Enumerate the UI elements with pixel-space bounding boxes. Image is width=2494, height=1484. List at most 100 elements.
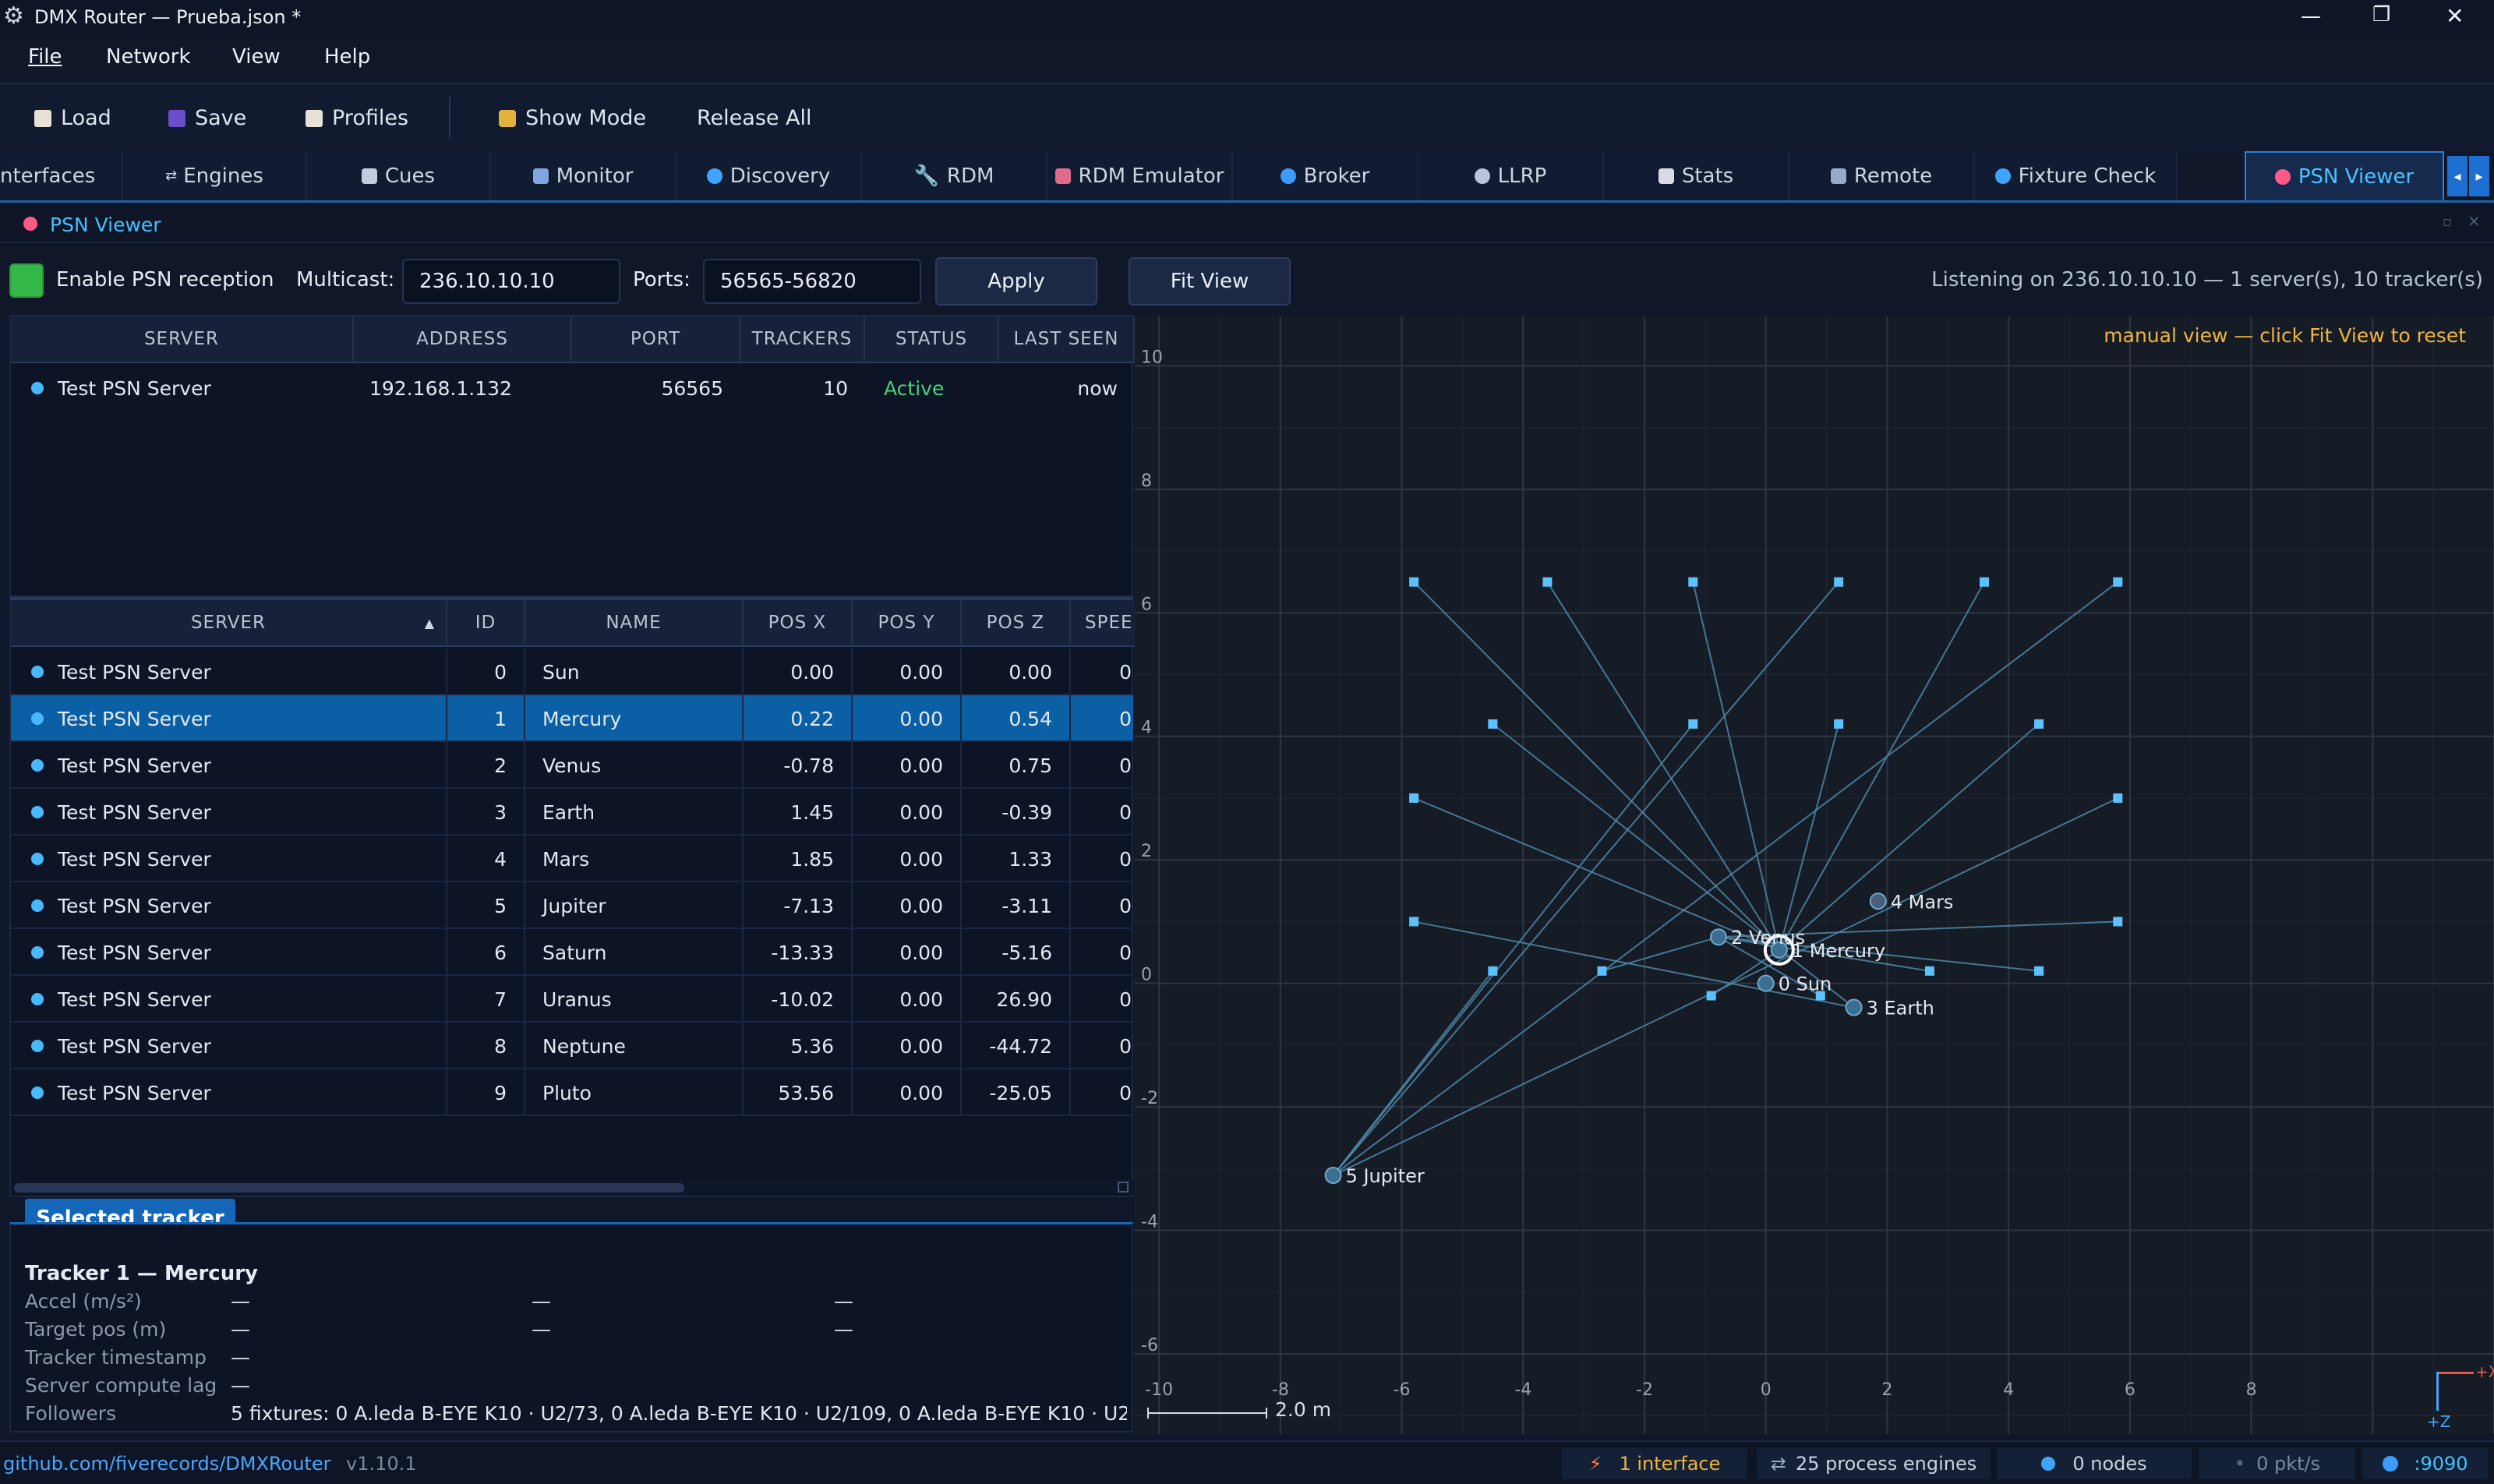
col-port[interactable]: PORT xyxy=(572,316,740,363)
enable-psn-checkbox[interactable] xyxy=(9,263,44,298)
table-row[interactable]: Test PSN Server 4 Mars 1.85 0.00 1.33 0 xyxy=(11,836,1133,882)
scale-label: 2.0 m xyxy=(1275,1398,1332,1421)
x-tick-label: -4 xyxy=(1514,1380,1531,1400)
table-row[interactable]: Test PSN Server 1 Mercury 0.22 0.00 0.54 0 xyxy=(11,695,1133,742)
table-row[interactable]: Test PSN Server 2 Venus -0.78 0.00 0.75 0 xyxy=(11,742,1133,789)
tab-rdm[interactable]: 🔧 RDM xyxy=(862,151,1047,200)
y-tick-label: -4 xyxy=(1141,1213,1158,1232)
panel-close-icon[interactable]: ✕ xyxy=(2468,212,2481,231)
fit-view-button[interactable]: Fit View xyxy=(1129,257,1291,306)
ports-input[interactable]: 56565-56820 xyxy=(703,259,921,304)
table-row[interactable]: Test PSN Server 5 Jupiter -7.13 0.00 -3.11 0 xyxy=(11,882,1133,929)
tab-llrp[interactable]: LLRP xyxy=(1418,151,1604,200)
tab-fixture-check[interactable]: Fixture Check xyxy=(1975,151,2178,200)
col-pos-z[interactable]: POS Z xyxy=(962,600,1071,647)
toolbar-divider xyxy=(449,97,450,139)
name-cell: Mars xyxy=(525,836,744,882)
col-last-seen[interactable]: LAST SEEN xyxy=(999,316,1135,363)
s-cell: 0 xyxy=(1119,941,1132,964)
col-address[interactable]: ADDRESS xyxy=(354,316,572,363)
menu-network[interactable]: Network xyxy=(106,45,191,69)
status-dot xyxy=(31,759,44,772)
apply-button[interactable]: Apply xyxy=(935,257,1097,306)
col-id[interactable]: ID xyxy=(447,600,525,647)
tab-stats[interactable]: Stats xyxy=(1604,151,1789,200)
tab-monitor[interactable]: Monitor xyxy=(491,151,676,200)
psn-plot-view[interactable]: -10 -8 -6 -4 -2 0 2 4 6 8 10 8 6 4 2 0 -2 -4 -6 0 Sun 1 Merc… xyxy=(1135,316,2494,1434)
server-cell: Test PSN Server xyxy=(11,742,447,789)
nodes-status[interactable]: 0 nodes xyxy=(1997,1448,2192,1479)
maximize-button[interactable]: ❐ xyxy=(2372,3,2390,26)
x-tick-label: 2 xyxy=(1881,1380,1892,1400)
dot-icon: • xyxy=(2234,1453,2246,1475)
listening-status: Listening on 236.10.10.10 — 1 server(s),… xyxy=(1931,268,2483,292)
servers-table: SERVER ADDRESS PORT TRACKERS STATUS LAST… xyxy=(9,315,1135,597)
table-row[interactable]: Test PSN Server 7 Uranus -10.02 0.00 26.90 0 xyxy=(11,976,1133,1023)
table-row[interactable]: Test PSN Server 6 Saturn -13.33 0.00 -5.16 0 xyxy=(11,929,1133,976)
multicast-input[interactable]: 236.10.10.10 xyxy=(402,259,620,304)
z-cell: 26.90 xyxy=(962,976,1071,1023)
col-speed[interactable]: SPEE xyxy=(1071,600,1135,647)
tab-engines[interactable]: ⇄ Engines xyxy=(123,151,307,200)
tab-scroll-right-button[interactable]: ▸ xyxy=(2469,156,2489,196)
profiles-button[interactable]: Profiles xyxy=(306,106,408,130)
fixture-marker xyxy=(1688,719,1698,729)
col-status[interactable]: STATUS xyxy=(865,316,999,363)
close-button[interactable]: ✕ xyxy=(2446,3,2464,29)
menu-file[interactable]: File xyxy=(28,45,62,69)
line-chart-icon xyxy=(1658,168,1674,184)
col-name[interactable]: NAME xyxy=(525,600,744,647)
minimize-button[interactable]: — xyxy=(2301,5,2321,28)
horizontal-scrollbar[interactable] xyxy=(11,1180,1133,1194)
grid-icon xyxy=(1830,168,1846,184)
port-status[interactable]: :9090 xyxy=(2363,1448,2488,1479)
lock-icon xyxy=(499,109,516,127)
panel-float-icon[interactable]: ▫ xyxy=(2443,214,2452,230)
table-row[interactable]: Test PSN Server 192.168.1.132 56565 10 A… xyxy=(11,365,1133,412)
s-cell: 0 xyxy=(1119,988,1132,1011)
tab-remote[interactable]: Remote xyxy=(1789,151,1975,200)
col-pos-y[interactable]: POS Y xyxy=(853,600,962,647)
table-row[interactable]: Test PSN Server 3 Earth 1.45 0.00 -0.39 0 xyxy=(11,789,1133,836)
table-row[interactable]: Test PSN Server 9 Pluto 53.56 0.00 -25.05 0 xyxy=(11,1069,1133,1116)
tab-scroll-left-button[interactable]: ◂ xyxy=(2447,156,2468,196)
x-tick-label: -8 xyxy=(1272,1380,1289,1400)
tab-cues[interactable]: Cues xyxy=(307,151,491,200)
y-tick-label: 8 xyxy=(1141,472,1152,491)
repo-link[interactable]: github.com/fiverecords/DMXRouter xyxy=(3,1453,330,1475)
y-cell: 0.00 xyxy=(853,1069,962,1116)
col-server[interactable]: SERVER xyxy=(11,316,354,363)
load-button[interactable]: Load xyxy=(34,106,111,130)
menu-help[interactable]: Help xyxy=(324,45,370,69)
id-cell: 8 xyxy=(447,1023,525,1069)
scrollbar-thumb[interactable] xyxy=(14,1183,684,1192)
tab-rdm-emulator[interactable]: RDM Emulator xyxy=(1047,151,1233,200)
tab-interfaces[interactable]: nterfaces xyxy=(0,151,123,200)
z-axis-label: +Z xyxy=(2427,1412,2451,1431)
status-cell: Active xyxy=(884,376,945,400)
compute-lag-label: Server compute lag xyxy=(25,1374,217,1397)
tab-broker[interactable]: Broker xyxy=(1233,151,1418,200)
save-button[interactable]: Save xyxy=(168,106,246,130)
plot-canvas[interactable]: -10 -8 -6 -4 -2 0 2 4 6 8 10 8 6 4 2 0 -2 -4 -6 0 Sun 1 Merc… xyxy=(1135,316,2494,1434)
tab-discovery[interactable]: Discovery xyxy=(676,151,862,200)
server-cell: Test PSN Server xyxy=(11,789,447,836)
engines-status[interactable]: ⇄ 25 process engines xyxy=(1757,1448,1991,1479)
release-all-button[interactable]: Release All xyxy=(697,106,812,130)
s-cell: 0 xyxy=(1119,707,1132,730)
show-mode-button[interactable]: Show Mode xyxy=(499,106,646,130)
fixture-beam-line xyxy=(1492,723,1855,1009)
interfaces-status[interactable]: ⚡ 1 interface xyxy=(1562,1448,1747,1479)
followers-value: 5 fixtures: 0 A.leda B-EYE K10 · U2/73, … xyxy=(231,1402,1127,1425)
col-pos-x[interactable]: POS X xyxy=(744,600,853,647)
col-server[interactable]: SERVER ▲ xyxy=(11,600,447,647)
tab-psn-viewer[interactable]: PSN Viewer xyxy=(2245,151,2444,200)
fixture-marker xyxy=(2113,917,2123,927)
y-cell: 0.00 xyxy=(853,648,962,695)
table-row[interactable]: Test PSN Server 0 Sun 0.00 0.00 0.00 0 xyxy=(11,648,1133,695)
col-trackers[interactable]: TRACKERS xyxy=(740,316,865,363)
packets-status[interactable]: • 0 pkt/s xyxy=(2199,1448,2355,1479)
table-row[interactable]: Test PSN Server 8 Neptune 5.36 0.00 -44.72 0 xyxy=(11,1023,1133,1069)
x-cell: 53.56 xyxy=(744,1069,853,1116)
menu-view[interactable]: View xyxy=(232,45,281,69)
